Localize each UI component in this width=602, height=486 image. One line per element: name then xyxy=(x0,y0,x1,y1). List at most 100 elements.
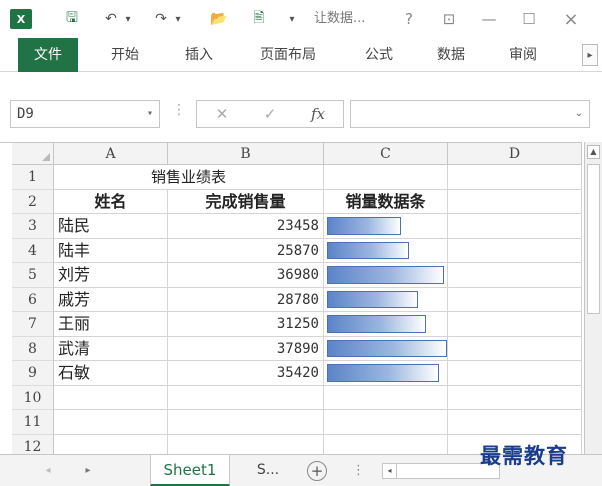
name-cell[interactable]: 陆丰 xyxy=(54,238,168,263)
expand-formula-icon[interactable]: ⌄ xyxy=(575,108,583,119)
sales-cell[interactable]: 36980 xyxy=(168,263,324,288)
sheet-nav-prev-icon[interactable]: ◂ xyxy=(38,455,58,486)
sheet-tab-sheet1[interactable]: Sheet1 xyxy=(150,455,230,486)
name-box[interactable]: D9 ▾ xyxy=(10,100,160,128)
cell-d5[interactable] xyxy=(448,263,582,288)
tab-page-layout[interactable]: 页面布局 xyxy=(248,38,328,72)
tab-insert[interactable]: 插入 xyxy=(172,38,226,72)
chevron-down-icon[interactable]: ▾ xyxy=(147,101,153,127)
save-icon[interactable]: 🖫 xyxy=(60,0,84,38)
ribbon-display-icon[interactable]: ⊡ xyxy=(434,0,464,38)
formula-input[interactable]: ⌄ xyxy=(350,100,590,128)
redo-dropdown-icon[interactable]: ▾ xyxy=(172,0,184,38)
enter-icon[interactable]: ✓ xyxy=(255,101,285,127)
row-header-9[interactable]: 9 xyxy=(12,361,54,386)
column-header-c[interactable]: C xyxy=(324,143,448,165)
cell-c1[interactable] xyxy=(324,165,448,190)
minimize-icon[interactable]: — xyxy=(474,0,504,38)
tab-home[interactable]: 开始 xyxy=(98,38,152,72)
name-cell[interactable]: 石敏 xyxy=(54,361,168,386)
redo-icon[interactable]: ↷ xyxy=(150,0,172,38)
ribbon-scroll-right-icon[interactable]: ▸ xyxy=(582,44,598,66)
scroll-up-icon[interactable]: ▲ xyxy=(587,145,600,159)
column-header-d[interactable]: D xyxy=(448,143,582,165)
header-cell-3[interactable]: 销量数据条 xyxy=(324,189,448,214)
empty-cell[interactable] xyxy=(54,410,168,435)
tab-file[interactable]: 文件 xyxy=(18,38,78,72)
undo-dropdown-icon[interactable]: ▾ xyxy=(122,0,134,38)
sales-cell[interactable]: 23458 xyxy=(168,214,324,239)
data-bar-cell[interactable] xyxy=(324,263,448,288)
sheet-nav-next-icon[interactable]: ▸ xyxy=(78,455,98,486)
open-folder-icon[interactable]: 📂 xyxy=(206,0,232,38)
data-bar-cell[interactable] xyxy=(324,214,448,239)
cell-d2[interactable] xyxy=(448,189,582,214)
empty-cell[interactable] xyxy=(54,434,168,454)
row-header-1[interactable]: 1 xyxy=(12,165,54,190)
vertical-scrollbar[interactable]: ▲ xyxy=(584,142,602,454)
tabs-splitter-icon[interactable]: ⋮ xyxy=(352,455,365,486)
empty-cell[interactable] xyxy=(324,434,448,454)
name-cell[interactable]: 刘芳 xyxy=(54,263,168,288)
customize-toolbar-icon[interactable]: ▾ xyxy=(284,0,300,38)
empty-cell[interactable] xyxy=(168,434,324,454)
row-header-6[interactable]: 6 xyxy=(12,287,54,312)
cell-d8[interactable] xyxy=(448,336,582,361)
sales-cell[interactable]: 28780 xyxy=(168,287,324,312)
select-all-button[interactable] xyxy=(12,143,54,165)
empty-cell[interactable] xyxy=(324,385,448,410)
scroll-left-icon[interactable]: ◂ xyxy=(383,464,397,478)
row-header-12[interactable]: 12 xyxy=(12,434,54,454)
column-header-b[interactable]: B xyxy=(168,143,324,165)
undo-icon[interactable]: ↶ xyxy=(100,0,122,38)
data-bar-cell[interactable] xyxy=(324,238,448,263)
close-icon[interactable]: × xyxy=(556,0,586,38)
formula-bar-grip-icon[interactable]: ⋮ xyxy=(172,102,186,118)
row-header-10[interactable]: 10 xyxy=(12,385,54,410)
row-header-3[interactable]: 3 xyxy=(12,214,54,239)
cell-d7[interactable] xyxy=(448,312,582,337)
data-bar-cell[interactable] xyxy=(324,287,448,312)
name-cell[interactable]: 武清 xyxy=(54,336,168,361)
tab-formulas[interactable]: 公式 xyxy=(352,38,406,72)
cell-d9[interactable] xyxy=(448,361,582,386)
print-preview-icon[interactable]: 🖹 xyxy=(246,0,272,38)
sheet-title-cell[interactable]: 销售业绩表 xyxy=(54,165,324,190)
tab-review[interactable]: 审阅 xyxy=(496,38,550,72)
help-icon[interactable]: ? xyxy=(394,0,424,38)
empty-cell[interactable] xyxy=(168,385,324,410)
row-header-4[interactable]: 4 xyxy=(12,238,54,263)
sales-cell[interactable]: 31250 xyxy=(168,312,324,337)
cancel-icon[interactable]: ✕ xyxy=(207,101,237,127)
empty-cell[interactable] xyxy=(324,410,448,435)
cell-d4[interactable] xyxy=(448,238,582,263)
row-header-2[interactable]: 2 xyxy=(12,189,54,214)
empty-cell[interactable] xyxy=(448,410,582,435)
data-bar-cell[interactable] xyxy=(324,312,448,337)
cell-d3[interactable] xyxy=(448,214,582,239)
column-header-a[interactable]: A xyxy=(54,143,168,165)
header-cell-1[interactable]: 姓名 xyxy=(54,189,168,214)
data-bar-cell[interactable] xyxy=(324,361,448,386)
sales-cell[interactable]: 37890 xyxy=(168,336,324,361)
sales-cell[interactable]: 35420 xyxy=(168,361,324,386)
add-sheet-icon[interactable]: + xyxy=(307,461,327,481)
cell-d1[interactable] xyxy=(448,165,582,190)
sheet-tab-more[interactable]: S... xyxy=(240,455,296,486)
header-cell-2[interactable]: 完成销售量 xyxy=(168,189,324,214)
tab-data[interactable]: 数据 xyxy=(424,38,478,72)
row-header-11[interactable]: 11 xyxy=(12,410,54,435)
row-header-8[interactable]: 8 xyxy=(12,336,54,361)
name-cell[interactable]: 王丽 xyxy=(54,312,168,337)
maximize-icon[interactable]: ☐ xyxy=(514,0,544,38)
empty-cell[interactable] xyxy=(54,385,168,410)
name-cell[interactable]: 陆民 xyxy=(54,214,168,239)
row-header-7[interactable]: 7 xyxy=(12,312,54,337)
sales-cell[interactable]: 25870 xyxy=(168,238,324,263)
scroll-thumb[interactable] xyxy=(587,164,600,314)
worksheet-grid[interactable]: A B C D 1 2 3 4 5 6 7 8 9 10 11 12 销售业绩表 姓名 完成销售量 销量数据条… xyxy=(0,142,582,454)
name-cell[interactable]: 戚芳 xyxy=(54,287,168,312)
row-header-5[interactable]: 5 xyxy=(12,263,54,288)
data-bar-cell[interactable] xyxy=(324,336,448,361)
insert-function-icon[interactable]: fx xyxy=(303,101,333,127)
